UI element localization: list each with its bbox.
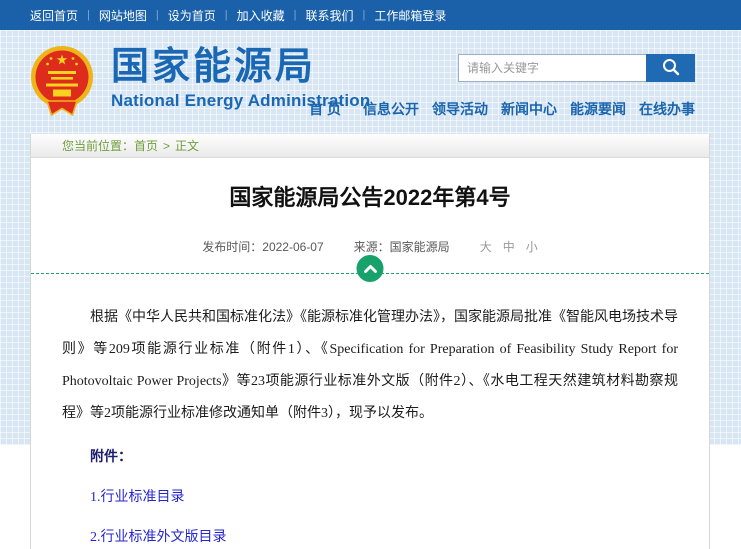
topbar: 返回首页 | 网站地图 | 设为首页 | 加入收藏 | 联系我们 | 工作邮箱登… — [0, 0, 741, 30]
search-bar — [458, 54, 695, 82]
source: 来源：国家能源局 — [354, 238, 450, 255]
topbar-separator: | — [87, 9, 90, 21]
search-icon — [661, 57, 681, 80]
article-paragraph: 根据《中华人民共和国标准化法》《能源标准化管理办法》，国家能源局批准《智能风电场… — [62, 302, 678, 430]
nav-item-energy-news[interactable]: 能源要闻 — [570, 99, 626, 119]
nav-item-leader-activities[interactable]: 领导活动 — [432, 99, 488, 119]
green-dashed-divider — [31, 273, 709, 274]
breadcrumb: 您当前位置： 首页 > 正文 — [31, 134, 709, 158]
chevron-up-icon — [363, 260, 377, 278]
font-size-controls: 大 中 小 — [480, 238, 538, 255]
publish-time-value: 2022-06-07 — [262, 240, 323, 254]
search-button[interactable] — [646, 54, 695, 82]
header-right: 首 页 信息公开 领导活动 新闻中心 能源要闻 在线办事 — [309, 54, 695, 119]
national-emblem-logo — [27, 44, 97, 120]
publish-time-label: 发布时间： — [202, 240, 262, 254]
attachments-label: 附件： — [62, 446, 678, 466]
topbar-separator: | — [225, 9, 228, 21]
site-header: 国家能源局 National Energy Administration 首 页… — [0, 30, 741, 134]
main-nav: 首 页 信息公开 领导活动 新闻中心 能源要闻 在线办事 — [309, 99, 695, 119]
breadcrumb-current: 正文 — [175, 137, 199, 154]
collapse-button[interactable] — [357, 255, 384, 282]
search-input[interactable] — [458, 54, 646, 82]
article-meta: 发布时间：2022-06-07 来源：国家能源局 大 中 小 — [62, 238, 678, 255]
source-label: 来源： — [354, 240, 390, 254]
content-panel: 您当前位置： 首页 > 正文 国家能源局公告2022年第4号 发布时间：2022… — [30, 134, 710, 549]
topbar-separator: | — [294, 9, 297, 21]
nav-item-home[interactable]: 首 页 — [309, 99, 341, 119]
breadcrumb-prefix: 您当前位置： — [62, 137, 134, 154]
breadcrumb-separator: > — [163, 139, 170, 153]
font-size-medium-button[interactable]: 中 — [503, 238, 515, 255]
topbar-link-contact[interactable]: 联系我们 — [306, 7, 354, 24]
topbar-link-work-email-login[interactable]: 工作邮箱登录 — [374, 7, 446, 24]
attachment-link-1[interactable]: 1.行业标准目录 — [90, 490, 185, 505]
topbar-separator: | — [363, 9, 366, 21]
publish-time: 发布时间：2022-06-07 — [202, 238, 323, 255]
attachment-item: 2.行业标准外文版目录 — [62, 526, 678, 546]
source-value: 国家能源局 — [390, 240, 450, 254]
topbar-link-favorite[interactable]: 加入收藏 — [237, 7, 285, 24]
breadcrumb-home-link[interactable]: 首页 — [134, 137, 158, 154]
nav-item-online-services[interactable]: 在线办事 — [639, 99, 695, 119]
topbar-link-home[interactable]: 返回首页 — [30, 7, 78, 24]
topbar-link-sitemap[interactable]: 网站地图 — [99, 7, 147, 24]
nav-item-news-center[interactable]: 新闻中心 — [501, 99, 557, 119]
attachment-link-2[interactable]: 2.行业标准外文版目录 — [90, 530, 227, 545]
attachment-item: 1.行业标准目录 — [62, 486, 678, 506]
topbar-separator: | — [156, 9, 159, 21]
article: 国家能源局公告2022年第4号 发布时间：2022-06-07 来源：国家能源局… — [31, 180, 709, 549]
nav-item-info-disclosure[interactable]: 信息公开 — [363, 99, 419, 119]
font-size-large-button[interactable]: 大 — [480, 238, 492, 255]
article-title: 国家能源局公告2022年第4号 — [62, 180, 678, 212]
topbar-link-set-homepage[interactable]: 设为首页 — [168, 7, 216, 24]
font-size-small-button[interactable]: 小 — [526, 238, 538, 255]
